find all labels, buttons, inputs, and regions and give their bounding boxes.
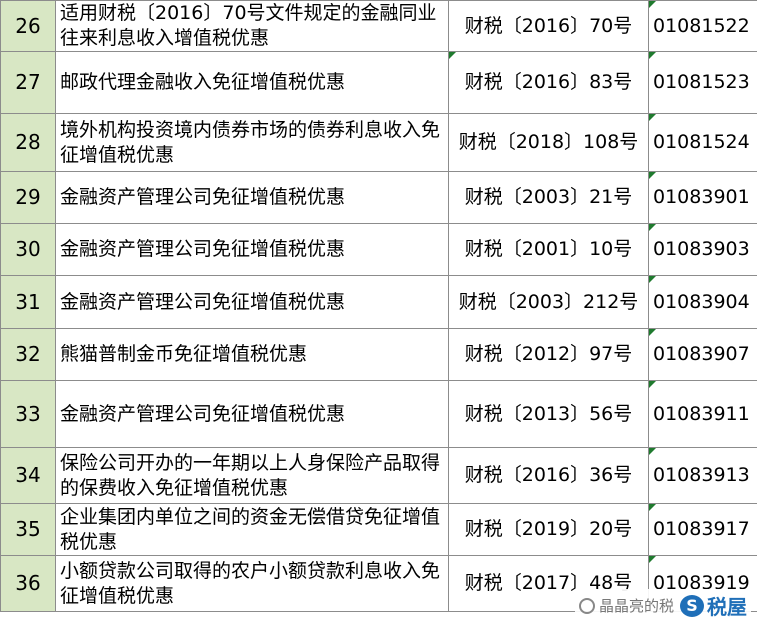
table-row: 33 金融资产管理公司免征增值税优惠 财税〔2013〕56号 01083911 [0,380,757,448]
policy-document: 财税〔2013〕56号 [448,380,649,448]
incentive-code-text: 01083901 [653,186,750,208]
cell-marker-icon [649,172,656,179]
cell-marker-icon [649,276,656,283]
row-number: 32 [0,328,56,381]
row-number: 29 [0,171,56,224]
table-row: 28 境外机构投资境内债券市场的债券利息收入免征增值税优惠 财税〔2018〕10… [0,113,757,172]
policy-document-text: 财税〔2016〕83号 [464,71,633,93]
incentive-code-text: 01081524 [653,131,750,153]
table-row: 31 金融资产管理公司免征增值税优惠 财税〔2003〕212号 01083904 [0,275,757,329]
watermark: 晶晶亮的税 S 税屋 [574,589,751,622]
table-row: 32 熊猫普制金币免征增值税优惠 财税〔2012〕97号 01083907 [0,328,757,381]
cell-marker-icon [649,381,656,388]
row-number: 31 [0,275,56,329]
cell-marker-icon [649,52,656,59]
incentive-code: 01083917 [648,503,757,556]
incentive-code-text: 01083911 [653,402,750,425]
cell-marker-icon [649,556,656,563]
incentive-name: 邮政代理金融收入免征增值税优惠 [55,51,449,114]
incentive-code-text: 01083904 [653,290,750,313]
cell-marker-icon [649,329,656,336]
incentive-code: 01083907 [648,328,757,381]
incentive-name: 金融资产管理公司免征增值税优惠 [55,223,449,276]
table-row: 29 金融资产管理公司免征增值税优惠 财税〔2003〕21号 01083901 [0,171,757,224]
policy-document: 财税〔2003〕212号 [448,275,649,329]
incentive-name: 熊猫普制金币免征增值税优惠 [55,328,449,381]
policy-document: 财税〔2016〕83号 [448,51,649,114]
table-row: 34 保险公司开办的一年期以上人身保险产品取得的保费收入免征增值税优惠 财税〔2… [0,447,757,504]
cell-marker-icon [649,114,656,121]
policy-document: 财税〔2016〕36号 [448,447,649,504]
row-number: 35 [0,503,56,556]
incentive-code-text: 01083903 [653,238,750,260]
cell-marker-icon [649,448,656,455]
logo-text: 税屋 [707,595,747,619]
incentive-name: 境外机构投资境内债券市场的债券利息收入免征增值税优惠 [55,113,449,172]
tax-incentive-table: 26 适用财税〔2016〕70号文件规定的金融同业往来利息收入增值税优惠 财税〔… [0,0,757,612]
incentive-code: 01081522 [648,0,757,52]
wechat-icon [578,597,595,614]
incentive-code-text: 01081523 [653,71,750,93]
incentive-code: 01083911 [648,380,757,448]
site-logo: S 税屋 [680,591,747,620]
policy-document: 财税〔2016〕70号 [448,0,649,52]
policy-document: 财税〔2019〕20号 [448,503,649,556]
incentive-code: 01083903 [648,223,757,276]
row-number: 26 [0,0,56,52]
incentive-code: 01081523 [648,51,757,114]
incentive-name: 金融资产管理公司免征增值税优惠 [55,380,449,448]
policy-document: 财税〔2001〕10号 [448,223,649,276]
policy-document: 财税〔2012〕97号 [448,328,649,381]
cell-marker-icon [449,52,456,59]
incentive-name: 保险公司开办的一年期以上人身保险产品取得的保费收入免征增值税优惠 [55,447,449,504]
incentive-code-text: 01081522 [653,14,750,37]
table-row: 27 邮政代理金融收入免征增值税优惠 财税〔2016〕83号 01081523 [0,51,757,114]
incentive-name: 金融资产管理公司免征增值税优惠 [55,275,449,329]
incentive-name: 适用财税〔2016〕70号文件规定的金融同业往来利息收入增值税优惠 [55,0,449,52]
row-number: 33 [0,380,56,448]
row-number: 36 [0,555,56,612]
incentive-code: 01083901 [648,171,757,224]
watermark-text: 晶晶亮的税 [598,597,674,615]
incentive-code-text: 01083913 [653,464,750,486]
logo-s-icon: S [680,594,704,617]
policy-document: 财税〔2018〕108号 [448,113,649,172]
row-number: 30 [0,223,56,276]
incentive-name: 企业集团内单位之间的资金无偿借贷免征增值税优惠 [55,503,449,556]
policy-document: 财税〔2003〕21号 [448,171,649,224]
incentive-code: 01081524 [648,113,757,172]
incentive-code: 01083904 [648,275,757,329]
row-number: 27 [0,51,56,114]
table-row: 30 金融资产管理公司免征增值税优惠 财税〔2001〕10号 01083903 [0,223,757,276]
incentive-code-text: 01083917 [653,518,750,540]
incentive-code-text: 01083907 [653,343,750,365]
incentive-code: 01083913 [648,447,757,504]
incentive-name: 金融资产管理公司免征增值税优惠 [55,171,449,224]
incentive-name: 小额贷款公司取得的农户小额贷款利息收入免征增值税优惠 [55,555,449,612]
row-number: 34 [0,447,56,504]
cell-marker-icon [649,1,656,8]
row-number: 28 [0,113,56,172]
table-row: 26 适用财税〔2016〕70号文件规定的金融同业往来利息收入增值税优惠 财税〔… [0,0,757,52]
table-row: 35 企业集团内单位之间的资金无偿借贷免征增值税优惠 财税〔2019〕20号 0… [0,503,757,556]
cell-marker-icon [649,224,656,231]
cell-marker-icon [649,504,656,511]
